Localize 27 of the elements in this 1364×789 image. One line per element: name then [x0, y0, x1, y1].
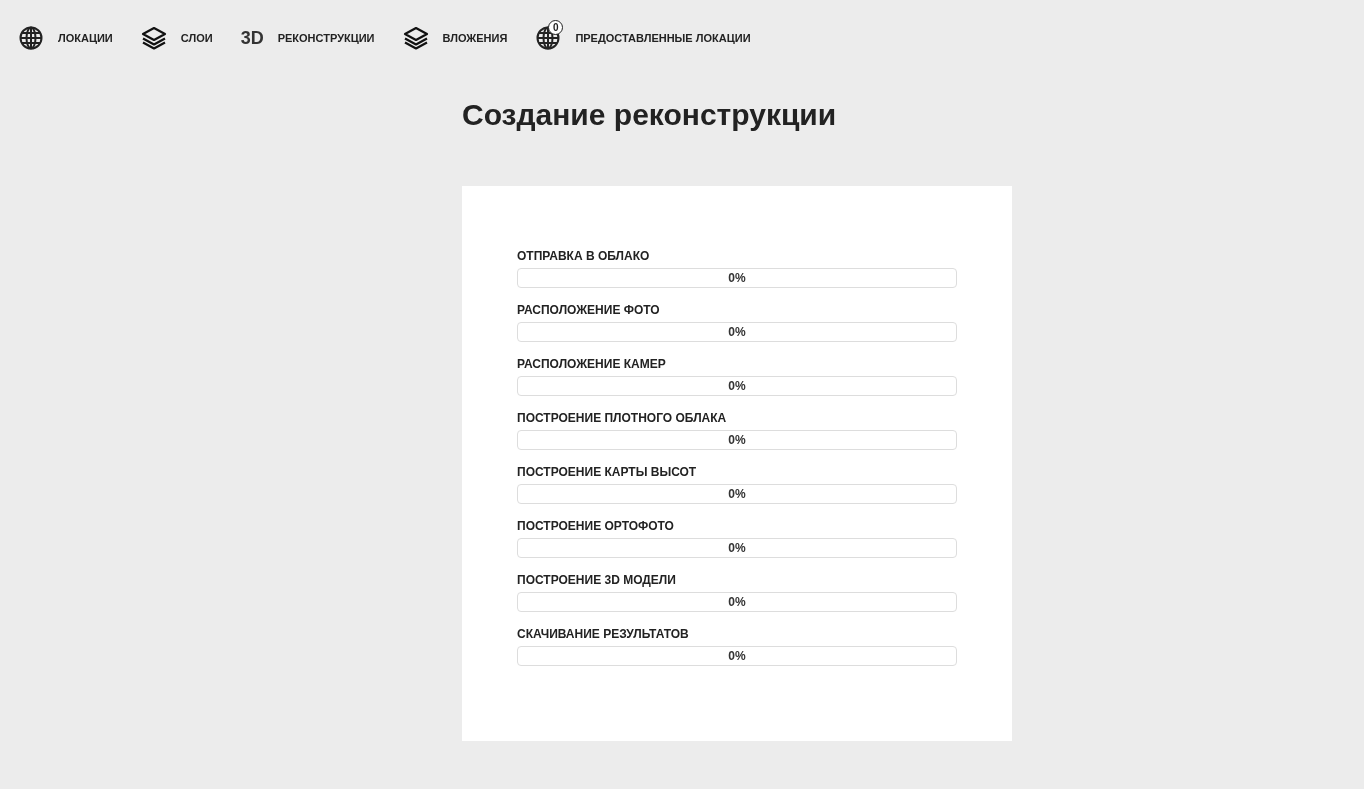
progress-reading: 0%: [728, 487, 746, 501]
stage-label: ПОСТРОЕНИЕ 3D МОДЕЛИ: [517, 573, 677, 587]
stage-label: ОТПРАВКА В ОБЛАКО: [517, 249, 651, 263]
nav-link[interactable]: 0 ПРЕДОСТАВЛЕННЫЕ ЛОКАЦИИ: [535, 20, 751, 50]
stage-label: РАСПОЛОЖЕНИЕ КАМЕР: [517, 357, 667, 371]
page-title: Создание реконструкции: [462, 98, 838, 132]
globe-icon: [18, 26, 44, 50]
nav-link[interactable]: СЛОИ: [140, 20, 213, 50]
stage-label: СКАЧИВАНИЕ РЕЗУЛЬТАТОВ: [517, 627, 690, 641]
layers-icon: [402, 26, 429, 50]
stage-label: ПОСТРОЕНИЕ КАРТЫ ВЫСОТ: [517, 465, 698, 479]
progress-reading: 0%: [728, 379, 746, 393]
stage-label: ПОСТРОЕНИЕ ОРТОФОТО: [517, 519, 675, 533]
progress-reading: 0%: [728, 649, 746, 663]
progress-reading: 0%: [728, 433, 746, 447]
progress-reading: 0%: [728, 325, 746, 339]
nav-link[interactable]: ВЛОЖЕНИЯ: [402, 20, 508, 50]
count-badge: 0: [548, 20, 564, 35]
stage-label: РАСПОЛОЖЕНИЕ ФОТО: [517, 303, 661, 317]
stage-label: ПОСТРОЕНИЕ ПЛОТНОГО ОБЛАКА: [517, 411, 728, 425]
progress-reading: 0%: [728, 271, 746, 285]
nav-link[interactable]: 3D РЕКОНСТРУКЦИИ: [240, 21, 375, 49]
progress-reading: 0%: [728, 595, 746, 609]
progress-reading: 0%: [728, 541, 746, 555]
layers-icon: [140, 26, 167, 50]
3d-icon: 3D: [240, 27, 264, 49]
nav-link[interactable]: ЛОКАЦИИ: [18, 20, 113, 50]
